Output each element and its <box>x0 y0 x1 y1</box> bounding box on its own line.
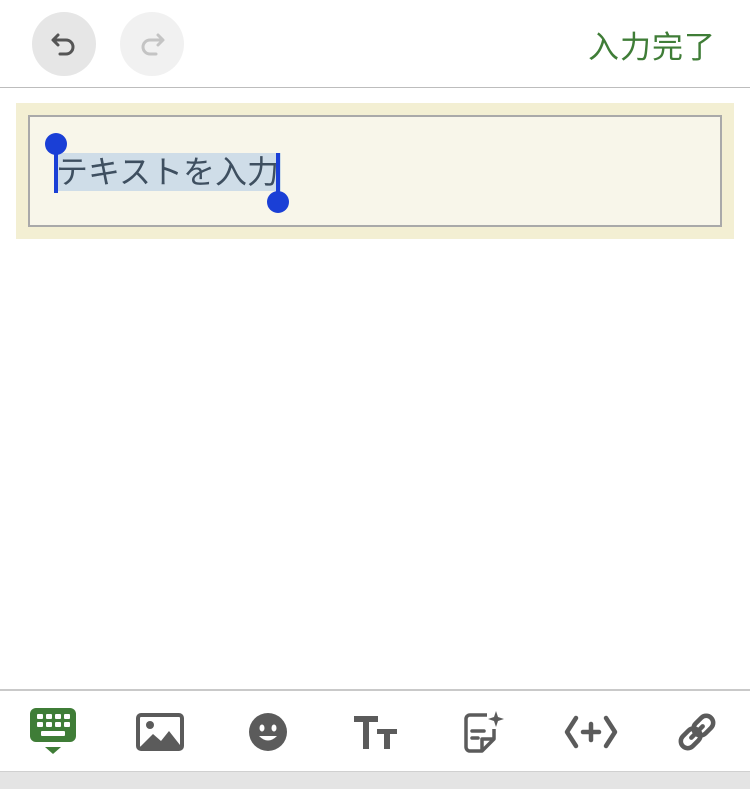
top-bar: 入力完了 <box>0 0 750 88</box>
emoji-icon <box>249 713 287 751</box>
text-size-button[interactable] <box>350 707 400 757</box>
image-button[interactable] <box>135 707 185 757</box>
bottom-toolbar <box>0 689 750 771</box>
image-icon <box>136 713 184 751</box>
text-block: テキストを入力 <box>16 103 734 239</box>
text-input-field[interactable]: テキストを入力 <box>28 115 722 227</box>
ai-document-icon <box>464 711 504 753</box>
undo-button[interactable] <box>32 12 96 76</box>
bottom-strip <box>0 771 750 789</box>
emoji-button[interactable] <box>243 707 293 757</box>
keyboard-icon <box>30 708 76 754</box>
selected-text[interactable]: テキストを入力 <box>54 153 282 191</box>
ai-document-button[interactable] <box>458 707 508 757</box>
selection-start-handle[interactable] <box>45 133 67 155</box>
selection-start-caret <box>54 153 58 193</box>
link-button[interactable] <box>672 707 722 757</box>
text-selection: テキストを入力 <box>54 153 282 191</box>
redo-icon <box>141 33 165 56</box>
code-plus-icon <box>564 715 618 749</box>
redo-button[interactable] <box>120 12 184 76</box>
keyboard-button[interactable] <box>28 707 78 757</box>
embed-code-button[interactable] <box>564 707 618 757</box>
done-button[interactable]: 入力完了 <box>588 22 716 67</box>
selection-end-caret <box>276 153 280 193</box>
link-icon <box>678 713 716 751</box>
text-size-icon <box>354 716 397 749</box>
undo-icon <box>51 33 75 56</box>
selection-end-handle[interactable] <box>267 191 289 213</box>
